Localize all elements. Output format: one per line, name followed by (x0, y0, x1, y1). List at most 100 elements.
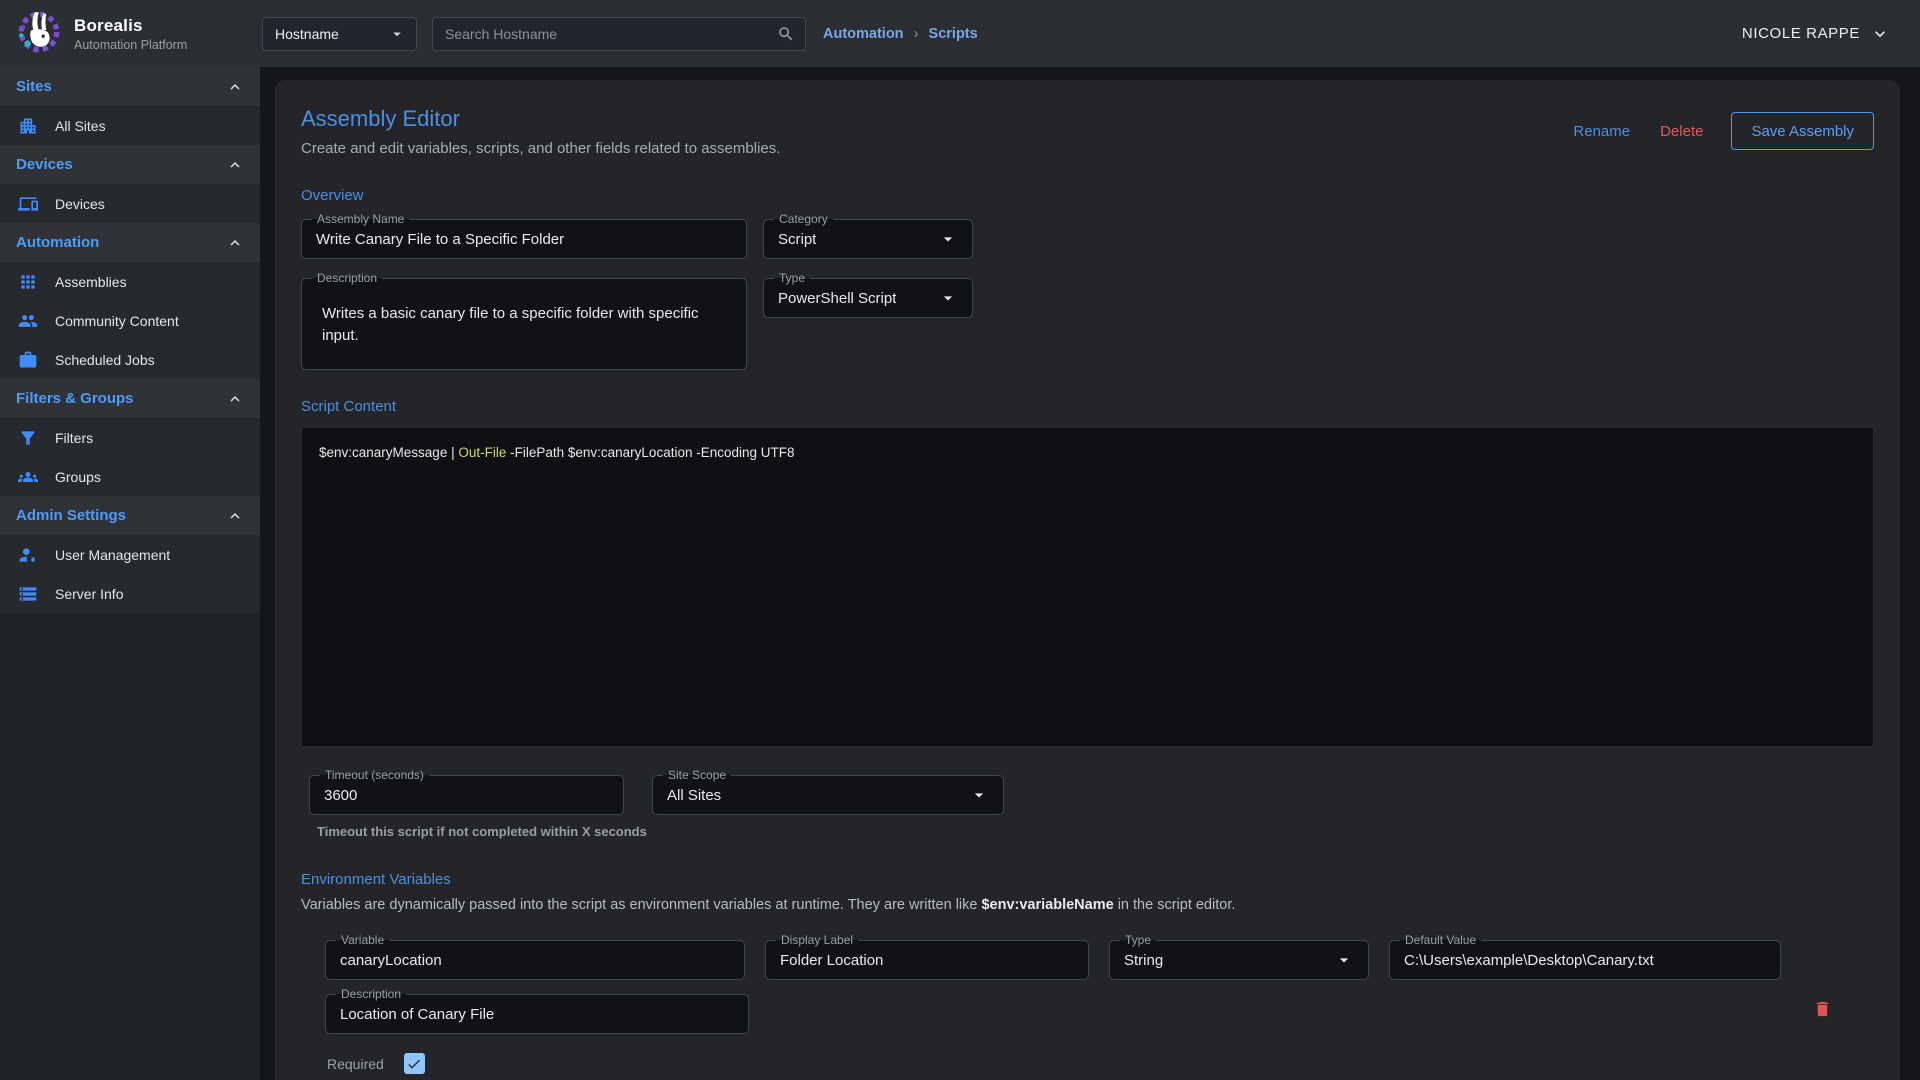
user-gear-icon (18, 545, 38, 565)
description-field[interactable]: Description Writes a basic canary file t… (301, 278, 747, 370)
timeout-field[interactable]: Timeout (seconds) 3600 (309, 775, 624, 815)
env-vars-section-label: Environment Variables (301, 871, 1874, 888)
sidebar-item-all-sites[interactable]: All Sites (0, 106, 260, 145)
brand-text: Borealis Automation Platform (74, 16, 187, 52)
rename-button[interactable]: Rename (1571, 119, 1632, 144)
display-label-field[interactable]: Display Label Folder Location (765, 940, 1089, 980)
type-value: PowerShell Script (778, 290, 896, 307)
header-actions: Rename Delete Save Assembly (1571, 112, 1874, 150)
type-select[interactable]: Type PowerShell Script (763, 278, 973, 318)
assembly-editor-card: Assembly Editor Create and edit variable… (275, 80, 1900, 1080)
sidebar-item-user-management[interactable]: User Management (0, 535, 260, 574)
hostname-select-value: Hostname (275, 26, 339, 42)
caret-down-icon (969, 785, 989, 805)
sidebar-item-server-info[interactable]: Server Info (0, 574, 260, 613)
sidebar-section-automation[interactable]: Automation (0, 223, 260, 262)
app-window: Borealis Automation Platform Hostname Au… (0, 0, 1920, 1080)
code-segment: -FilePath $env:canaryLocation -Encoding … (506, 445, 794, 460)
description-label: Description (312, 271, 382, 285)
timeout-row: Timeout (seconds) 3600 Site Scope All Si… (309, 775, 1874, 815)
timeout-value: 3600 (324, 787, 357, 804)
var-description-label: Description (336, 987, 406, 1001)
category-value: Script (778, 231, 816, 248)
section-label: Sites (16, 78, 52, 95)
breadcrumb-separator: › (914, 25, 919, 42)
chevron-up-icon (226, 78, 244, 96)
sidebar-item-groups[interactable]: Groups (0, 457, 260, 496)
breadcrumb-scripts[interactable]: Scripts (929, 26, 978, 42)
sidebar-item-filters[interactable]: Filters (0, 418, 260, 457)
sidebar-item-community-content[interactable]: Community Content (0, 301, 260, 340)
check-icon (406, 1056, 422, 1072)
category-label: Category (774, 212, 833, 226)
user-menu[interactable]: NICOLE RAPPE (1742, 24, 1890, 44)
sidebar-section-devices[interactable]: Devices (0, 145, 260, 184)
hostname-select[interactable]: Hostname (262, 17, 417, 51)
sidebar-item-scheduled-jobs[interactable]: Scheduled Jobs (0, 340, 260, 379)
page-title: Assembly Editor (301, 106, 780, 132)
variable-value: canaryLocation (340, 952, 442, 969)
required-label: Required (327, 1056, 384, 1072)
code-segment: $env:canaryMessage | (319, 445, 458, 460)
display-label-value: Folder Location (780, 952, 883, 969)
caret-down-icon (938, 229, 958, 249)
sidebar-item-devices[interactable]: Devices (0, 184, 260, 223)
sidebar-item-assemblies[interactable]: Assemblies (0, 262, 260, 301)
site-scope-select[interactable]: Site Scope All Sites (652, 775, 1004, 815)
required-checkbox[interactable] (404, 1053, 425, 1074)
sidebar-item-label: User Management (55, 547, 170, 563)
title-block: Assembly Editor Create and edit variable… (301, 106, 780, 157)
sidebar-item-label: Groups (55, 469, 101, 485)
sidebar-item-label: Devices (55, 196, 105, 212)
hostname-searchbox[interactable] (432, 17, 806, 51)
script-content-editor[interactable]: $env:canaryMessage | Out-File -FilePath … (301, 427, 1874, 747)
devices-icon (18, 194, 38, 214)
breadcrumb-automation[interactable]: Automation (823, 26, 904, 42)
sidebar: Sites All Sites Devices Devices Automati… (0, 67, 260, 1080)
sidebar-item-label: Server Info (55, 586, 123, 602)
search-input[interactable] (445, 26, 777, 42)
env-desc-prefix: Variables are dynamically passed into th… (301, 897, 981, 913)
env-variable-row: Variable canaryLocation Display Label Fo… (325, 940, 1874, 1074)
topbar: Hostname Automation › Scripts NICOLE RAP… (260, 0, 1920, 67)
description-value: Writes a basic canary file to a specific… (322, 303, 728, 347)
env-desc-suffix: in the script editor. (1114, 897, 1236, 913)
assembly-name-value: Write Canary File to a Specific Folder (316, 231, 564, 248)
section-label: Automation (16, 234, 99, 251)
delete-variable-button[interactable] (1813, 998, 1832, 1023)
building-icon (18, 116, 38, 136)
variable-field[interactable]: Variable canaryLocation (325, 940, 745, 980)
chevron-up-icon (226, 390, 244, 408)
section-label: Devices (16, 156, 73, 173)
sidebar-item-label: Filters (55, 430, 93, 446)
env-row-line1: Variable canaryLocation Display Label Fo… (325, 940, 1874, 980)
brand-area: Borealis Automation Platform (0, 0, 260, 67)
trash-icon (1813, 998, 1832, 1020)
delete-button[interactable]: Delete (1658, 119, 1705, 144)
env-row-line3: Required (327, 1053, 1874, 1074)
type-label: Type (774, 271, 810, 285)
var-type-label: Type (1120, 933, 1156, 947)
sidebar-section-admin-settings[interactable]: Admin Settings (0, 496, 260, 535)
sidebar-item-label: Assemblies (55, 274, 127, 290)
save-assembly-button[interactable]: Save Assembly (1731, 112, 1874, 150)
env-desc-code: $env:variableName (981, 897, 1113, 913)
assembly-name-field[interactable]: Assembly Name Write Canary File to a Spe… (301, 219, 747, 259)
category-select[interactable]: Category Script (763, 219, 973, 259)
timeout-label: Timeout (seconds) (320, 768, 429, 782)
overview-section-label: Overview (301, 187, 1874, 204)
var-description-field[interactable]: Description Location of Canary File (325, 994, 749, 1034)
page-subtitle: Create and edit variables, scripts, and … (301, 140, 780, 157)
chevron-down-icon (1870, 24, 1890, 44)
assembly-name-label: Assembly Name (312, 212, 409, 226)
caret-down-icon (938, 288, 958, 308)
var-type-select[interactable]: Type String (1109, 940, 1369, 980)
env-row-line2: Description Location of Canary File (325, 994, 1874, 1034)
breadcrumb: Automation › Scripts (823, 25, 978, 42)
site-scope-value: All Sites (667, 787, 721, 804)
sidebar-item-label: All Sites (55, 118, 106, 134)
sidebar-section-sites[interactable]: Sites (0, 67, 260, 106)
default-value-field[interactable]: Default Value C:\Users\example\Desktop\C… (1389, 940, 1781, 980)
default-value-value: C:\Users\example\Desktop\Canary.txt (1404, 952, 1654, 969)
sidebar-section-filters-groups[interactable]: Filters & Groups (0, 379, 260, 418)
